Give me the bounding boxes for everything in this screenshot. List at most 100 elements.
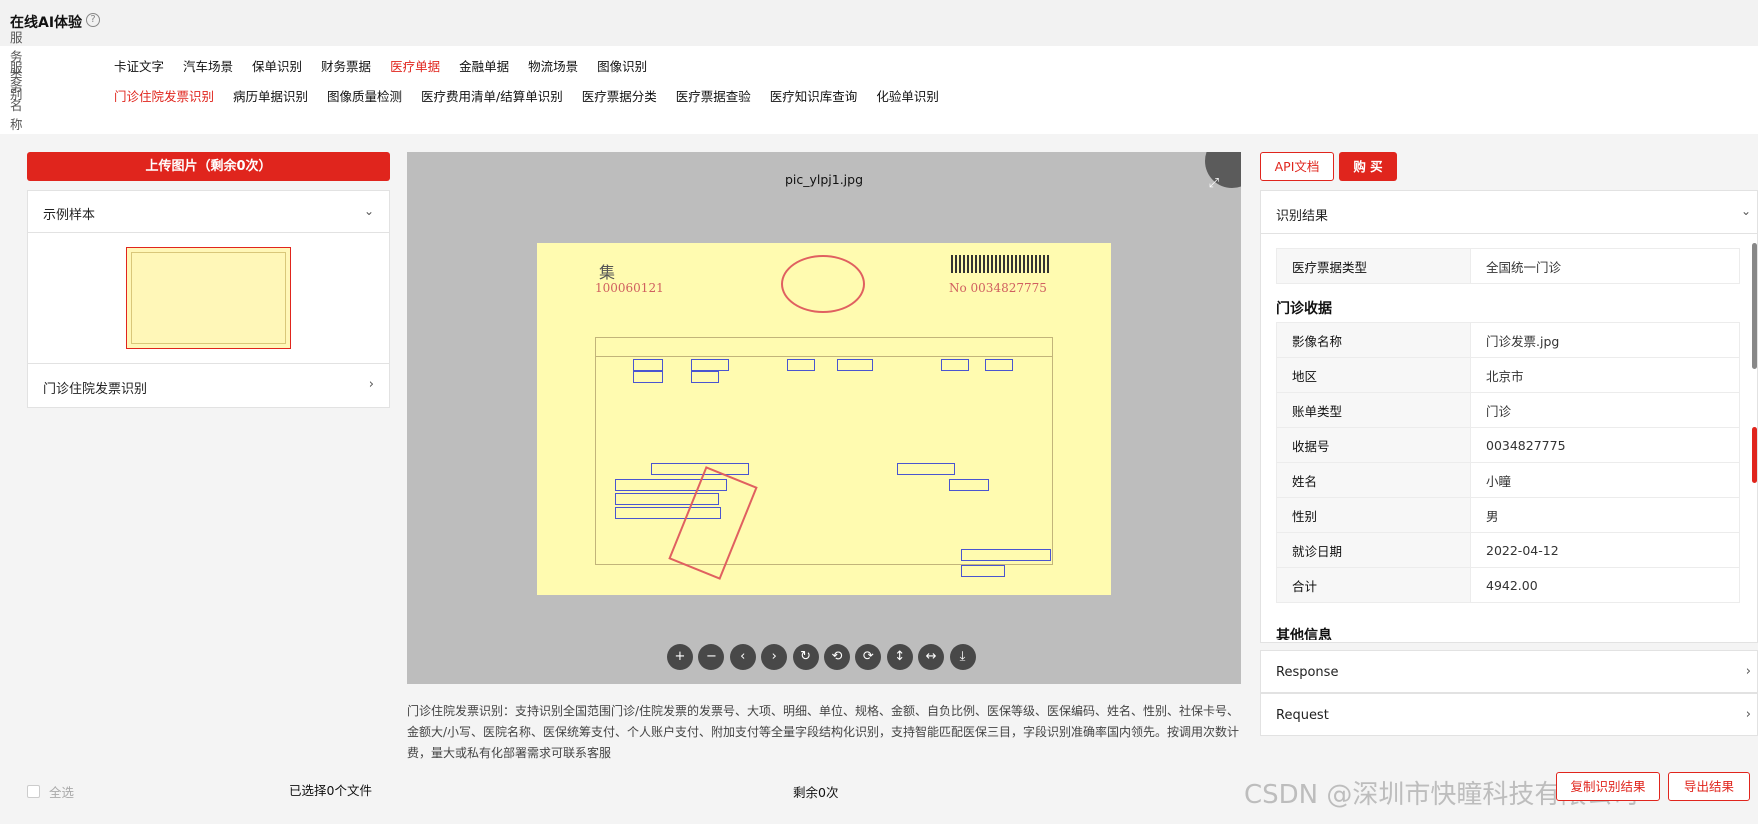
field-key: 地区 xyxy=(1276,357,1471,393)
table-row: 就诊日期 2022-04-12 xyxy=(1276,532,1740,568)
ocr-box xyxy=(961,549,1051,561)
table-row: 影像名称 门诊发票.jpg xyxy=(1276,322,1740,358)
ocr-box xyxy=(897,463,955,475)
prev-icon[interactable]: ‹ xyxy=(729,644,756,670)
field-key: 就诊日期 xyxy=(1276,532,1471,568)
table-row: 姓名 小瞳 xyxy=(1276,462,1740,498)
scrollbar[interactable] xyxy=(1752,243,1757,369)
service-name-item-6[interactable]: 医疗知识库查询 xyxy=(770,86,858,105)
sample-box: 示例样本 ⌄ 门诊住院发票识别 › xyxy=(27,190,390,408)
service-name-item-4[interactable]: 医疗票据分类 xyxy=(582,86,657,105)
category-item-3[interactable]: 财务票据 xyxy=(321,56,371,75)
upload-image-button[interactable]: 上传图片（剩余0次） xyxy=(27,152,390,181)
file-name: pic_ylpj1.jpg xyxy=(784,172,864,187)
export-result-button[interactable]: 导出结果 xyxy=(1668,772,1750,801)
viewer-toolbar: + − ‹ › ↻ ⟲ ⟳ ↕ ↔ ⤓ xyxy=(667,644,981,670)
category-item-5[interactable]: 金融单据 xyxy=(459,56,509,75)
remaining-count: 剩余0次 xyxy=(793,785,839,800)
category-item-0[interactable]: 卡证文字 xyxy=(114,56,164,75)
field-key: 姓名 xyxy=(1276,462,1471,498)
ocr-box xyxy=(651,463,749,475)
help-icon[interactable]: ? xyxy=(86,13,100,27)
fields-table: 影像名称 门诊发票.jpg 地区 北京市 账单类型 门诊 收据号 0034827775 姓名 小瞳… xyxy=(1276,322,1740,603)
service-name-label: 服务名称 xyxy=(10,60,23,132)
select-all-label: 全选 xyxy=(49,785,75,800)
service-name-item-5[interactable]: 医疗票据查验 xyxy=(676,86,751,105)
table-row: 收据号 0034827775 xyxy=(1276,427,1740,463)
service-name-item-0[interactable]: 门诊住院发票识别 xyxy=(114,86,214,105)
service-description: 门诊住院发票识别：支持识别全国范围门诊/住院发票的发票号、大项、明细、单位、规格… xyxy=(407,704,1240,760)
field-key: 影像名称 xyxy=(1276,322,1471,358)
ocr-box xyxy=(633,359,663,371)
download-icon[interactable]: ⤓ xyxy=(949,644,976,670)
table-row: 性别男 xyxy=(1276,497,1740,533)
rotate-right-icon[interactable]: ⟳ xyxy=(855,644,882,670)
field-value: 北京市 xyxy=(1470,357,1740,393)
service-name-item-3[interactable]: 医疗费用清单/结算单识别 xyxy=(421,86,563,105)
field-value: 小瞳 xyxy=(1470,462,1740,498)
sample-thumbnail[interactable] xyxy=(126,247,291,349)
chevron-down-icon: ⌄ xyxy=(1740,204,1751,218)
select-all-control[interactable]: 全选 xyxy=(27,782,74,801)
category-item-6[interactable]: 物流场景 xyxy=(528,56,578,75)
response-section[interactable]: Response › xyxy=(1260,650,1758,693)
rotate-left-icon[interactable]: ⟲ xyxy=(823,644,850,670)
category-item-2[interactable]: 保单识别 xyxy=(252,56,302,75)
side-indicator xyxy=(1752,427,1757,483)
ocr-box xyxy=(961,565,1005,577)
receipt-image: 集 100060121 No 0034827775 xyxy=(537,243,1111,595)
seal-stamp xyxy=(781,255,865,313)
service-name-item-2[interactable]: 图像质量检测 xyxy=(327,86,402,105)
section-title-other: 其他信息 xyxy=(1276,628,1332,640)
buy-button[interactable]: 购 买 xyxy=(1339,152,1397,181)
ocr-box xyxy=(949,479,989,491)
result-content[interactable]: 医疗票据类型 全国统一门诊 门诊收据 影像名称 门诊发票.jpg 地区 北京市 账单类型… xyxy=(1261,234,1745,640)
chevron-right-icon: › xyxy=(1745,707,1751,722)
reset-icon[interactable]: ↻ xyxy=(792,644,819,670)
sample-header[interactable]: 示例样本 ⌄ xyxy=(28,191,389,233)
api-docs-button[interactable]: API文档 xyxy=(1260,152,1334,181)
receipt-number-left: 100060121 xyxy=(595,281,664,295)
selected-count: 已选择0个文件 xyxy=(289,783,372,798)
service-name-item-7[interactable]: 化验单识别 xyxy=(876,86,939,105)
select-all-checkbox[interactable] xyxy=(27,785,40,798)
sample-item[interactable]: 门诊住院发票识别 › xyxy=(28,364,389,407)
result-title: 识别结果 xyxy=(1276,209,1329,224)
field-value: 0034827775 xyxy=(1470,427,1740,463)
category-item-7[interactable]: 图像识别 xyxy=(597,56,647,75)
section-title-receipt: 门诊收据 xyxy=(1276,301,1332,317)
sample-title: 示例样本 xyxy=(43,208,96,223)
zoom-out-icon[interactable]: − xyxy=(698,644,725,670)
result-header[interactable]: 识别结果 ⌄ xyxy=(1261,191,1757,234)
service-filter: 服务类别 卡证文字 汽车场景 保单识别 财务票据 医疗单据 金融单据 物流场景 图像识别 服务… xyxy=(0,30,1758,134)
field-key: 收据号 xyxy=(1276,427,1471,463)
ocr-box xyxy=(985,359,1013,371)
receipt-number-right: No 0034827775 xyxy=(949,281,1047,295)
chevron-right-icon: › xyxy=(368,377,374,392)
zoom-in-icon[interactable]: + xyxy=(667,644,693,670)
table-row: 合计 4942.00 xyxy=(1276,567,1740,603)
table-row: 账单类型 门诊 xyxy=(1276,392,1740,428)
flip-horizontal-icon[interactable]: ↔ xyxy=(918,644,945,670)
barcode xyxy=(951,255,1049,273)
ocr-box xyxy=(633,371,663,383)
field-value: 4942.00 xyxy=(1470,567,1740,603)
request-section[interactable]: Request › xyxy=(1260,693,1758,736)
chevron-right-icon: › xyxy=(1745,664,1751,679)
ocr-box xyxy=(691,359,729,371)
copy-result-button[interactable]: 复制识别结果 xyxy=(1556,772,1660,801)
type-table: 医疗票据类型 全国统一门诊 xyxy=(1276,248,1740,284)
image-viewer[interactable]: pic_ylpj1.jpg ⤢ 集 100060121 No 003482777… xyxy=(407,152,1241,684)
field-key: 医疗票据类型 xyxy=(1276,248,1471,284)
field-value: 门诊发票.jpg xyxy=(1470,322,1740,358)
left-panel: 上传图片（剩余0次） 示例样本 ⌄ 门诊住院发票识别 › xyxy=(27,152,390,408)
category-item-1[interactable]: 汽车场景 xyxy=(183,56,233,75)
category-item-4[interactable]: 医疗单据 xyxy=(390,56,440,75)
flip-vertical-icon[interactable]: ↕ xyxy=(886,644,913,670)
next-icon[interactable]: › xyxy=(761,644,788,670)
field-value: 2022-04-12 xyxy=(1470,532,1740,568)
field-key: 账单类型 xyxy=(1276,392,1471,428)
chevron-down-icon: ⌄ xyxy=(363,204,374,218)
service-name-item-1[interactable]: 病历单据识别 xyxy=(233,86,308,105)
receipt-header-row xyxy=(595,337,1053,357)
